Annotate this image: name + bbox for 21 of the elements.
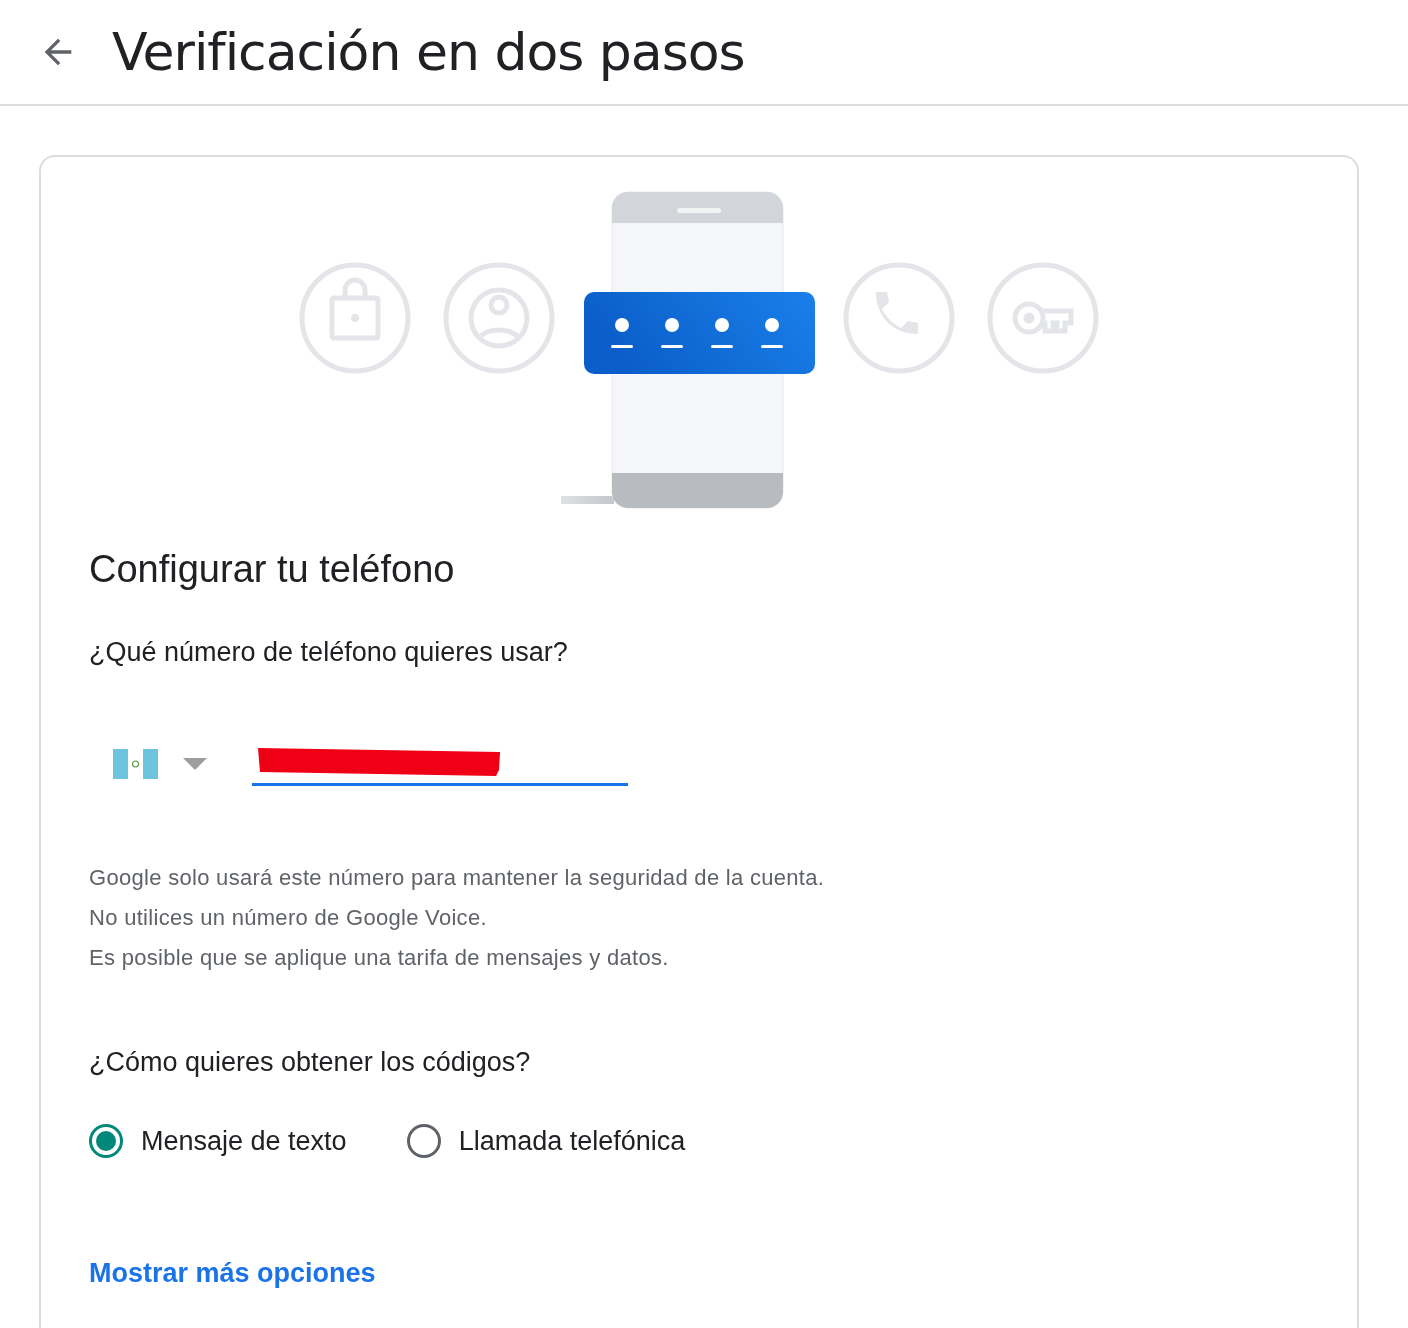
radio-option[interactable]: Mensaje de texto [89, 1124, 347, 1158]
section-heading: Configurar tu teléfono [89, 547, 455, 592]
radio-button[interactable] [89, 1124, 123, 1158]
option-label: Llamada telefónica [458, 1125, 686, 1157]
radio-button[interactable] [406, 1124, 441, 1158]
codes-question: ¿Cómo quieres obtener los códigos? [89, 1046, 531, 1079]
phone-call-icon [843, 262, 955, 374]
key-icon [987, 262, 1099, 374]
lock-icon [299, 262, 411, 374]
page-title: Verificación en dos pasos [112, 22, 745, 82]
help-text: Es posible que se aplique una tarifa de mensajes y datos. [89, 944, 670, 972]
person-icon [443, 262, 555, 374]
radio-option[interactable]: Llamada telefónica [406, 1124, 686, 1158]
flag-icon [113, 749, 158, 779]
help-text: Google solo usará este número para mantener la seguridad de la cuenta. [89, 864, 825, 892]
option-label: Mensaje de texto [141, 1125, 347, 1157]
phone-shadow [561, 496, 614, 504]
more-options-link[interactable]: Mostrar más opciones [89, 1258, 376, 1289]
help-text: No utilices un número de Google Voice. [89, 904, 488, 932]
phone-question: ¿Qué número de teléfono quieres usar? [89, 636, 568, 669]
caret-icon [183, 758, 207, 770]
